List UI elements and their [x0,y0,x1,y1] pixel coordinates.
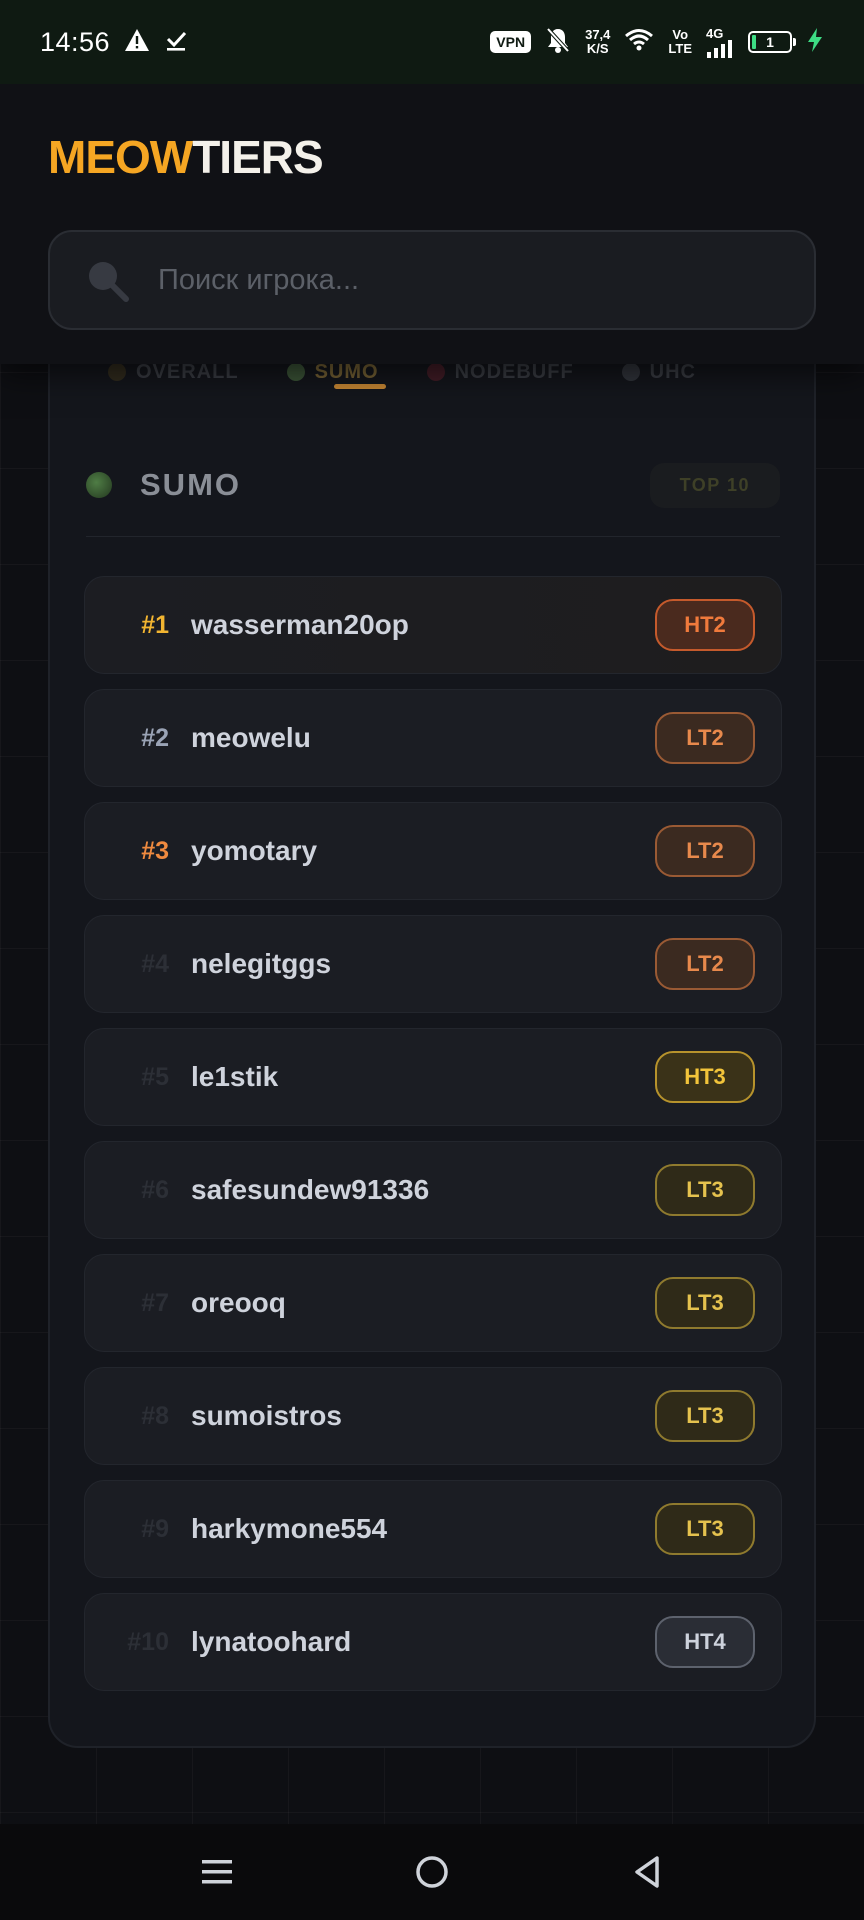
warning-icon [124,28,150,57]
player-row[interactable]: #9 harkymone554 LT3 [84,1480,782,1578]
clock: 14:56 [40,26,111,57]
divider [86,536,780,537]
search-input[interactable] [156,262,720,298]
app-header: MEOWTIERS [0,84,864,364]
rank-label: #8 [141,1401,169,1430]
player-row[interactable]: #1 wasserman20op HT2 [84,576,782,674]
rank-label: #4 [141,949,169,978]
battery-icon: 1 [748,31,796,53]
player-name: meowelu [191,722,311,753]
player-name: sumoistros [191,1400,342,1431]
player-name: oreooq [191,1287,286,1318]
tier-badge: LT3 [655,1277,755,1329]
search-box[interactable] [48,230,816,330]
slime-ball-icon [286,363,305,381]
network-speed-value: 37,4 [585,27,611,42]
tier-badge: HT3 [655,1051,755,1103]
tier-badge: LT3 [655,1503,755,1555]
tier-badge: LT3 [655,1390,755,1442]
status-bar: 14:56 VPN 37,4 K/S Vo LTE 4G 1 [0,0,864,84]
player-name: safesundew91336 [191,1174,430,1205]
panel-title: SUMO [140,467,241,502]
menu-icon[interactable] [187,1842,247,1902]
app-logo[interactable]: MEOWTIERS [48,130,324,184]
tier-badge: LT3 [655,1164,755,1216]
logo-part-meow: MEOW [48,131,193,183]
home-icon[interactable] [402,1842,462,1902]
wifi-icon [624,28,654,57]
battery-level: 1 [766,34,774,50]
player-row[interactable]: #8 sumoistros LT3 [84,1367,782,1465]
panel-header: SUMO TOP 10 [86,460,780,510]
search-icon [84,257,130,303]
rank-label: #6 [141,1175,169,1204]
logo-part-tiers: TIERS [192,131,323,183]
player-row[interactable]: #2 meowelu LT2 [84,689,782,787]
top-badge: TOP 10 [649,462,780,508]
player-name: harkymone554 [191,1513,388,1544]
leaderboard-list: #1 wasserman20op HT2 #2 meowelu LT2 #3 y… [84,576,782,1706]
player-name: nelegitggs [191,948,332,979]
status-bar-right: VPN 37,4 K/S Vo LTE 4G 1 [490,26,824,59]
potion-icon [426,363,445,381]
player-name: lynatoohard [191,1626,352,1657]
tier-badge: HT4 [655,1616,755,1668]
status-bar-left: 14:56 [40,27,188,58]
rank-label: #9 [141,1514,169,1543]
volte-vo: Vo [672,27,689,42]
network-type: 4G [706,25,724,41]
player-row[interactable]: #4 nelegitggs LT2 [84,915,782,1013]
player-name: wasserman20op [191,609,409,640]
tier-badge: LT2 [655,712,755,764]
rank-label: #3 [141,836,169,865]
charging-icon [806,27,824,58]
player-row[interactable]: #10 lynatoohard HT4 [84,1593,782,1691]
download-done-icon [164,28,188,57]
network-speed: 37,4 K/S [585,28,610,56]
bell-off-icon [545,26,571,59]
tier-badge: LT2 [655,825,755,877]
player-name: yomotary [191,835,318,866]
tier-badge: LT2 [655,938,755,990]
back-icon[interactable] [617,1842,677,1902]
crown-icon [108,363,126,381]
volte-lte: LTE [668,41,692,56]
player-name: le1stik [191,1061,279,1092]
player-row[interactable]: #5 le1stik HT3 [84,1028,782,1126]
rank-label: #5 [141,1062,169,1091]
network-speed-unit: K/S [586,41,609,56]
apple-icon [621,363,640,381]
volte-indicator: Vo LTE [668,28,692,56]
cell-signal: 4G [706,27,734,58]
tier-badge: HT2 [655,599,755,651]
slime-ball-icon [86,472,112,498]
player-row[interactable]: #3 yomotary LT2 [84,802,782,900]
signal-bars-icon [707,39,732,58]
player-row[interactable]: #7 oreooq LT3 [84,1254,782,1352]
rank-label: #2 [141,723,169,752]
rank-label: #7 [141,1288,169,1317]
rank-label: #1 [141,610,169,639]
active-tab-indicator [334,384,386,389]
system-nav-bar [0,1824,864,1920]
player-row[interactable]: #6 safesundew91336 LT3 [84,1141,782,1239]
vpn-icon: VPN [490,31,532,53]
rank-label: #10 [127,1627,169,1656]
